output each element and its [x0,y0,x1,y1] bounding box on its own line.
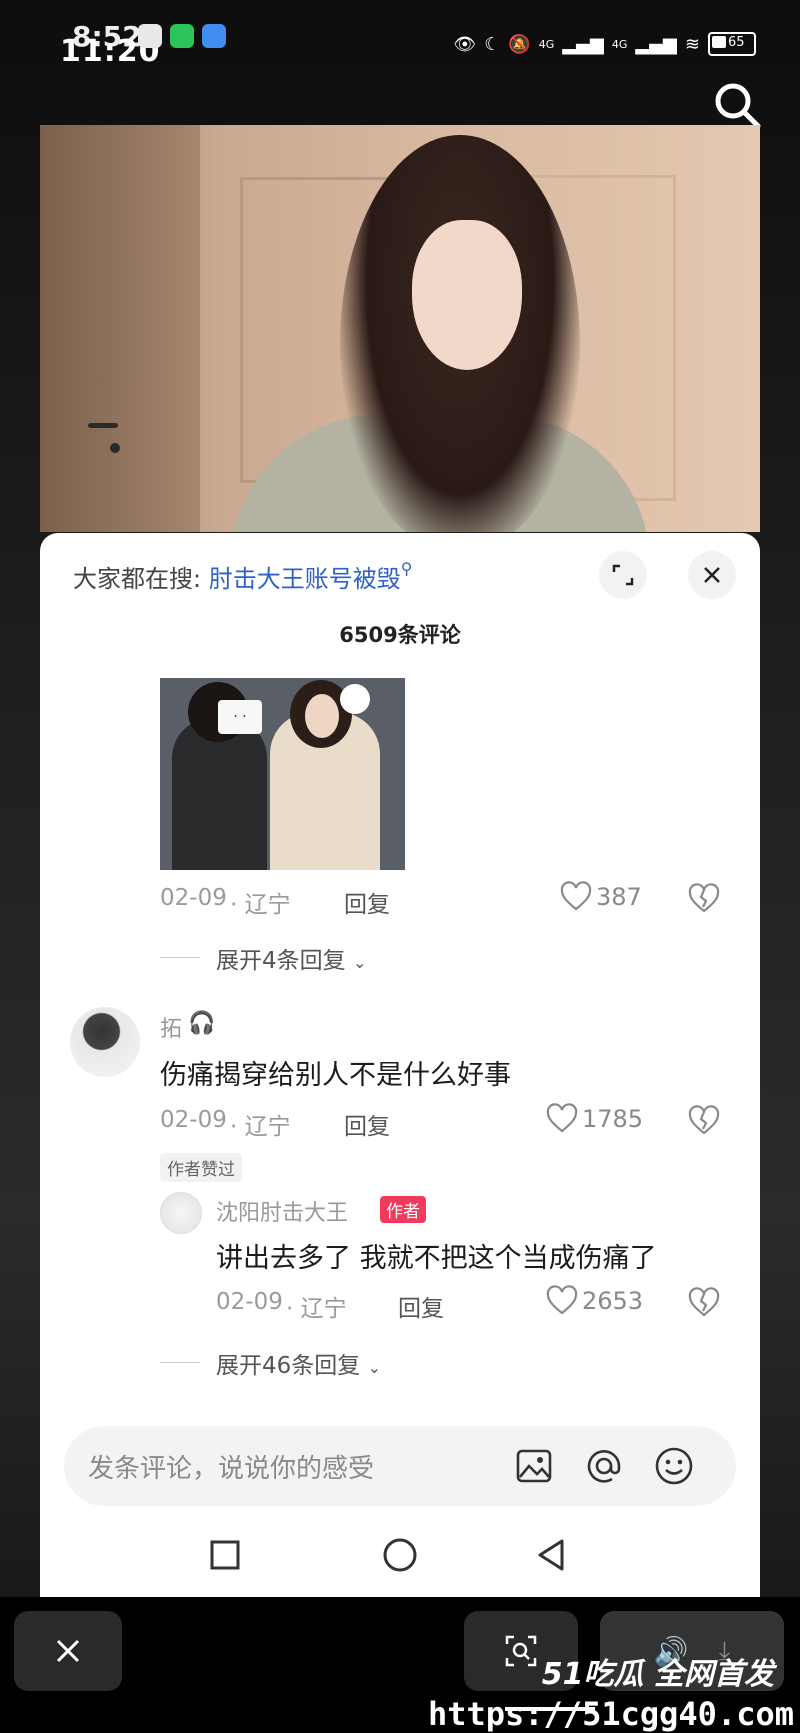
comment-sheet: 大家都在搜: 肘击大王账号被毁⚲ 6509条评论 · · 02-09 · 辽宁 … [40,533,760,1597]
chevron-down-icon: ⌄ [352,953,367,972]
network-label-a: 4G [538,37,555,51]
close-icon [56,1639,80,1663]
scan-search-icon [505,1635,537,1667]
system-nav-bar [40,1523,760,1597]
hot-search-prefix: 大家都在搜: [73,565,202,593]
comment-input-bar[interactable]: 发条评论，说说你的感受 [64,1426,736,1506]
heart-icon [560,881,592,911]
fullscreen-button[interactable] [599,551,647,599]
bubble-sticker [340,684,370,714]
message-notification-icon [202,24,226,48]
face-mask-sticker: · · [218,700,262,734]
viewer-toolbar: 🔊 ⤓ 51吃瓜 全网首发 https://51cgg40.com [0,1597,800,1733]
close-button[interactable] [14,1611,122,1691]
dislike-icon[interactable] [688,1105,720,1137]
expand-replies-label: 展开46条回复 [216,1353,361,1379]
home-icon[interactable] [380,1535,420,1575]
comment-count: 6509条评论 [339,623,461,647]
network-label-b: 4G [611,37,628,51]
search-icon[interactable] [712,80,762,130]
comment-location: · 辽宁 [230,1114,291,1140]
author-liked-badge: 作者赞过 [160,1153,242,1182]
emoji-icon[interactable] [652,1444,696,1488]
hot-search-row[interactable]: 大家都在搜: 肘击大王账号被毁⚲ [73,559,412,594]
comment-date: 02-09 [160,885,227,911]
mail-notification-icon [138,24,162,48]
comment-input-placeholder[interactable]: 发条评论，说说你的感受 [88,1448,374,1485]
watermark-url: https://51cgg40.com [427,1695,794,1733]
reply-button[interactable]: 回复 [344,1107,390,1141]
moon-icon: ☾ [484,33,501,55]
chevron-down-icon: ⌄ [367,1358,381,1377]
wechat-notification-icon [170,24,194,48]
comment-username[interactable]: 拓 [160,1011,182,1043]
comment-date: 02-09 [160,1107,227,1133]
mention-icon[interactable] [582,1444,626,1488]
mute-icon: 🔕 [508,33,531,55]
status-icons: 👁 ☾ 🔕 4G ▂▄▆ 4G ▂▄▆ ≋ 65 [453,24,756,64]
expand-replies-button[interactable]: 展开46条回复 ⌄ [216,1346,381,1380]
comment-text: 伤痛揭穿给别人不是什么好事 [160,1060,511,1091]
image-icon[interactable] [512,1444,556,1488]
divider [160,957,200,958]
avatar[interactable] [160,1192,202,1234]
reply-location: · 辽宁 [286,1296,347,1322]
watermark-brand: 51吃瓜 全网首发 [541,1657,774,1692]
heart-icon [546,1285,578,1315]
like-count: 2653 [582,1287,644,1315]
close-icon [704,567,720,583]
headphones-icon: 🎧 [188,1011,216,1036]
signal-icon: ▂▄▆ [635,33,677,55]
reply-date: 02-09 [216,1289,283,1315]
expand-icon [612,564,634,586]
door-frame [40,125,200,532]
battery-icon: 65 [708,32,756,56]
signal-icon: ▂▄▆ [562,33,604,55]
close-button[interactable] [688,551,736,599]
door-handle [88,423,118,428]
comment-image[interactable]: · · [160,678,405,870]
video-frame[interactable] [40,125,760,532]
dislike-icon[interactable] [688,883,720,915]
like-button[interactable]: 1785 [546,1103,643,1135]
eye-icon: 👁 [453,33,477,55]
person-face [412,220,522,370]
heart-icon [546,1103,578,1133]
reply-button[interactable]: 回复 [398,1289,444,1323]
avatar[interactable] [70,1007,140,1077]
like-count: 1785 [582,1105,644,1133]
like-button[interactable]: 2653 [546,1285,643,1317]
author-tag: 作者 [380,1196,426,1223]
like-button[interactable]: 387 [560,881,642,913]
reply-text: 讲出去多了 我就不把这个当成伤痛了 [216,1243,657,1274]
reply-username[interactable]: 沈阳肘击大王 [216,1195,348,1227]
back-icon[interactable] [532,1535,572,1575]
reply-button[interactable]: 回复 [344,885,390,919]
person-face [305,694,339,738]
dislike-icon[interactable] [688,1287,720,1319]
expand-replies-label: 展开4条回复 [216,948,346,974]
like-count: 387 [596,883,642,911]
wifi-icon: ≋ [684,33,700,55]
hot-search-link[interactable]: 肘击大王账号被毁 [209,565,401,593]
battery-level: 65 [728,35,745,50]
recents-icon[interactable] [205,1535,245,1575]
status-bar: 8:52 11:20 👁 ☾ 🔕 4G ▂▄▆ 4G ▂▄▆ ≋ 65 [60,18,780,69]
search-small-icon: ⚲ [400,559,413,578]
comment-location: · 辽宁 [230,892,291,918]
expand-replies-button[interactable]: 展开4条回复 ⌄ [216,941,366,975]
door-knob [110,443,120,453]
divider [160,1362,200,1363]
